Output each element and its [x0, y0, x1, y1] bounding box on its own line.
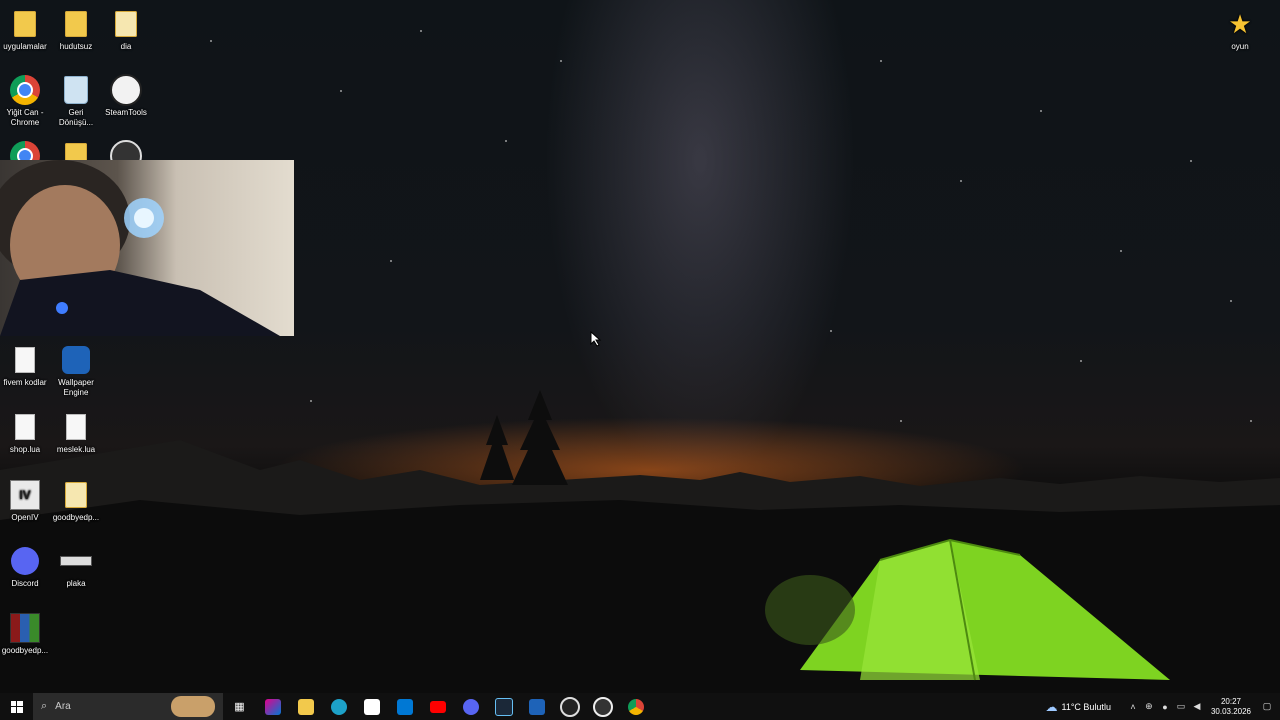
icon-oyun[interactable]: ★ oyun — [1208, 8, 1272, 52]
icon-meslek-lua[interactable]: meslek.lua — [44, 411, 108, 455]
icon-plaka[interactable]: plaka — [44, 545, 108, 589]
wallpaper-engine-icon — [62, 346, 90, 374]
microphone-icon[interactable]: ● — [1160, 702, 1170, 712]
app-icon — [559, 696, 580, 717]
discord-icon — [462, 698, 479, 715]
youtube-icon — [429, 700, 446, 713]
icon-label: meslek.lua — [56, 445, 96, 454]
taskbar-obs[interactable] — [586, 693, 619, 720]
folder-icon — [14, 11, 36, 37]
display-icon[interactable]: ▭ — [1176, 701, 1186, 712]
task-view-button[interactable]: ▦ — [223, 693, 256, 720]
icon-goodbyedp-2[interactable]: goodbyedp... — [0, 612, 57, 656]
clock-date: 30.03.2026 — [1210, 706, 1251, 716]
icon-label: shop.lua — [9, 445, 41, 454]
store-icon — [363, 698, 380, 715]
icon-wallpaper-engine[interactable]: Wallpaper Engine — [44, 344, 108, 398]
icon-label: plaka — [66, 579, 86, 588]
start-button[interactable] — [0, 693, 33, 720]
weather-text[interactable]: 11°C Bulutlu — [1061, 702, 1110, 712]
mail-icon — [396, 698, 413, 715]
search-placeholder: Ara — [55, 701, 71, 712]
taskbar-discord[interactable] — [454, 693, 487, 720]
notification-icon[interactable]: ▢ — [1262, 701, 1272, 712]
windows-icon — [10, 700, 23, 713]
search-highlight-image — [171, 696, 215, 717]
lua-file-icon — [15, 414, 35, 440]
icon-label: Wallpaper — [58, 378, 94, 387]
taskbar-copilot[interactable] — [256, 693, 289, 720]
edge-icon — [330, 698, 347, 715]
chrome-icon — [10, 75, 40, 105]
recycle-bin-icon — [64, 76, 88, 104]
copilot-icon — [264, 698, 281, 715]
folder-icon — [297, 698, 314, 715]
folder-icon — [115, 11, 137, 37]
chevron-up-icon[interactable]: ˄ — [1128, 702, 1138, 712]
network-icon[interactable]: ⊕ — [1144, 701, 1154, 712]
icon-label: fivem kodlar — [3, 378, 47, 387]
wallpaper-engine-icon — [528, 698, 545, 715]
webcam-overlay — [0, 160, 294, 336]
taskbar-outlook[interactable] — [388, 693, 421, 720]
chrome-icon — [627, 698, 644, 715]
icon-label: Engine — [63, 388, 89, 397]
taskbar: ⌕ Ara ▦ ☁ 11°C Bulutlu ˄ ⊕ ● ▭ ◀ 20:27 3… — [0, 693, 1280, 720]
discord-icon — [11, 547, 39, 575]
image-file-icon — [60, 556, 92, 566]
text-file-icon — [15, 347, 35, 373]
taskbar-edge[interactable] — [322, 693, 355, 720]
taskbar-file-explorer[interactable] — [289, 693, 322, 720]
mouse-cursor — [590, 331, 602, 347]
clock[interactable]: 20:27 30.03.2026 — [1211, 697, 1251, 717]
search-icon: ⌕ — [41, 700, 48, 712]
steam-icon — [110, 74, 142, 106]
star-icon: ★ — [1228, 9, 1252, 39]
icon-steamtools[interactable]: SteamTools — [94, 74, 158, 118]
winrar-icon — [10, 613, 40, 643]
icon-label: goodbyedp... — [52, 513, 100, 522]
icon-label: uygulamalar — [3, 42, 47, 51]
clock-time: 20:27 — [1220, 696, 1241, 706]
folder-icon — [65, 482, 87, 508]
taskbar-chrome[interactable] — [619, 693, 652, 720]
weather-icon: ☁ — [1045, 699, 1058, 714]
steam-icon — [494, 697, 513, 716]
taskbar-youtube[interactable] — [421, 693, 454, 720]
taskbar-steam[interactable] — [487, 693, 520, 720]
taskbar-store[interactable] — [355, 693, 388, 720]
taskbar-search[interactable]: ⌕ Ara — [33, 693, 223, 720]
icon-label: Dönüşü... — [58, 118, 94, 127]
task-view-icon: ▦ — [234, 701, 245, 713]
tent — [765, 538, 1170, 681]
icon-label: goodbyedp... — [1, 646, 49, 655]
icon-label: hudutsuz — [59, 42, 93, 51]
obs-icon — [592, 696, 613, 717]
taskbar-app-circle[interactable] — [553, 693, 586, 720]
openiv-icon: IV — [10, 480, 40, 510]
volume-icon[interactable]: ◀ — [1192, 701, 1202, 712]
taskbar-wallpaper-engine[interactable] — [520, 693, 553, 720]
icon-label: SteamTools — [105, 108, 147, 117]
folder-icon — [65, 11, 87, 37]
icon-label: dia — [120, 42, 132, 51]
system-tray: ☁ 11°C Bulutlu ˄ ⊕ ● ▭ ◀ 20:27 30.03.202… — [1045, 693, 1280, 720]
desktop-wallpaper: uygulamalar hudutsuz dia ★ oyun Yiğit Ca… — [0, 0, 1280, 720]
lua-file-icon — [66, 414, 86, 440]
icon-label: oyun — [1231, 42, 1249, 51]
icon-goodbyedp-1[interactable]: goodbyedp... — [44, 479, 108, 523]
webcam-person — [0, 160, 280, 336]
icon-dia[interactable]: dia — [94, 8, 158, 52]
icon-label: Discord — [11, 579, 39, 588]
icon-label: OpenIV — [11, 513, 39, 522]
